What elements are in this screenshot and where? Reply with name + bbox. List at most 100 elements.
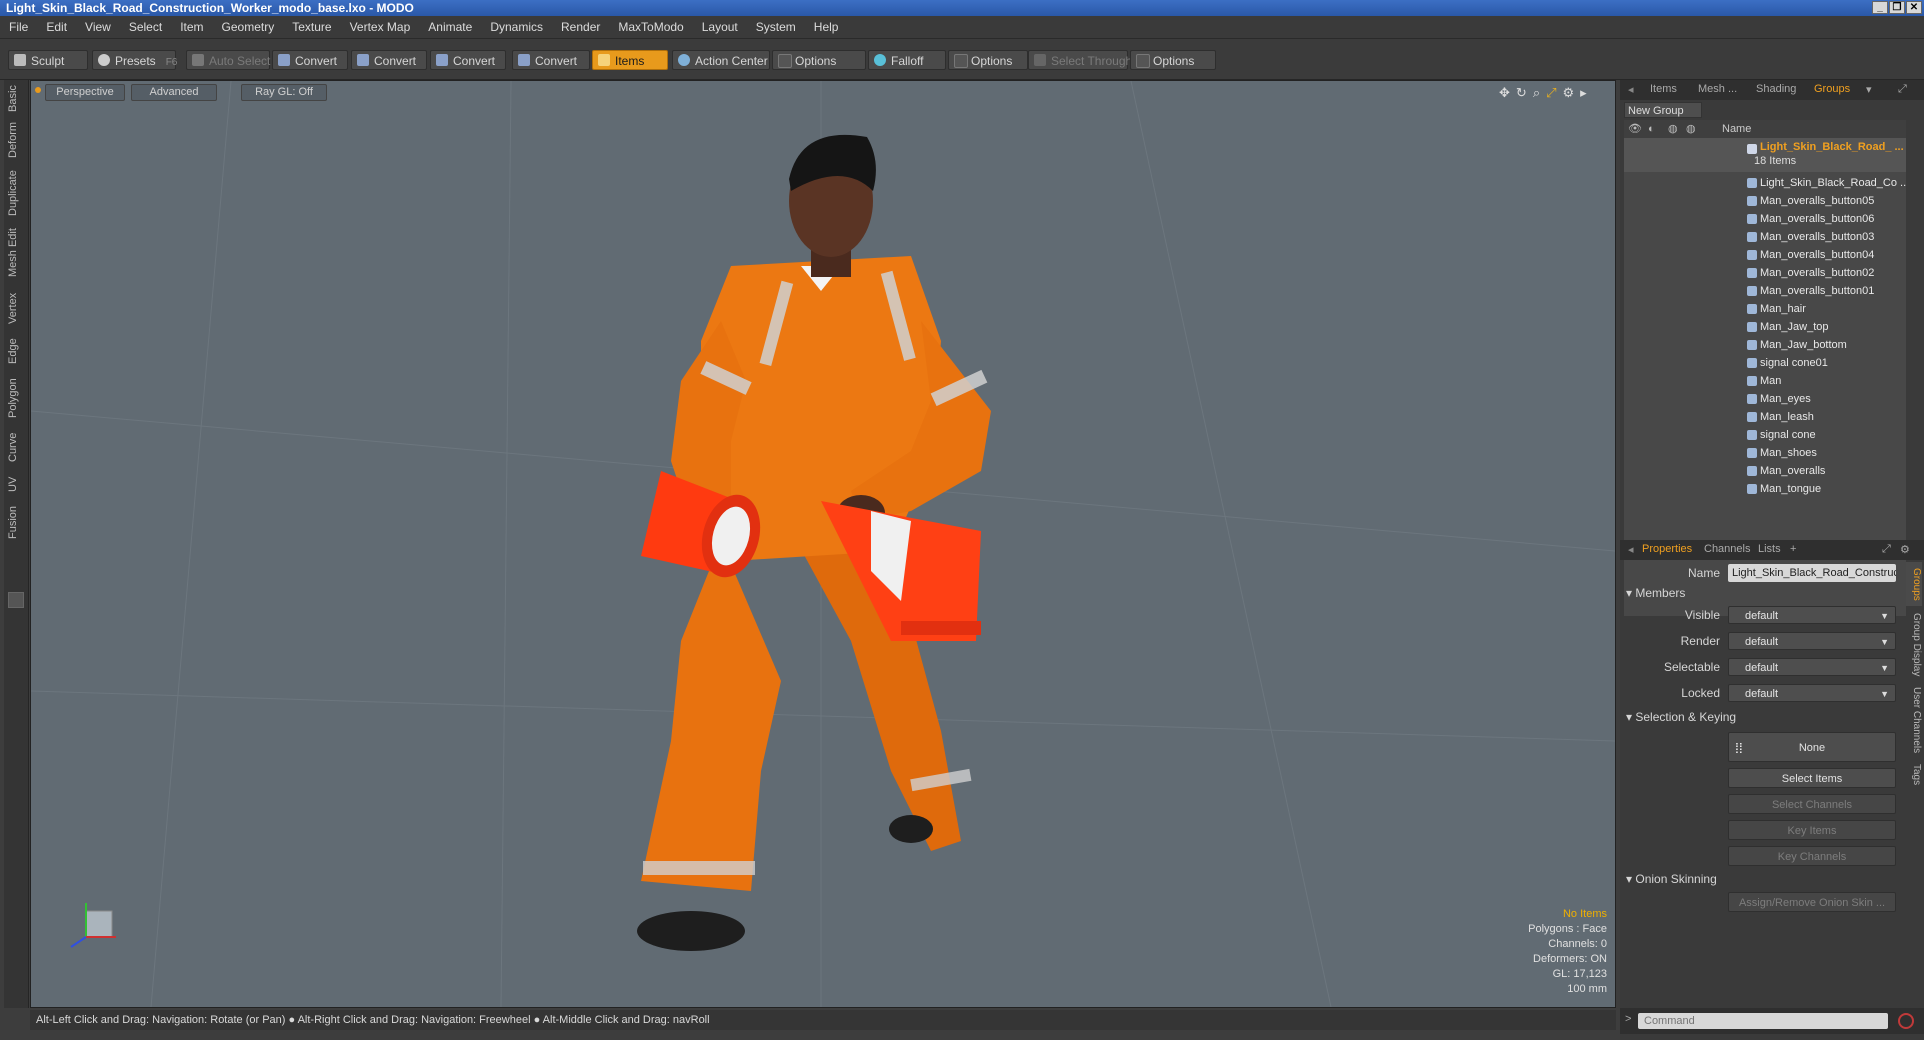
list-item[interactable]: Man_eyes xyxy=(1624,390,1906,408)
list-item[interactable]: Man_leash xyxy=(1624,408,1906,426)
convert-button-3[interactable]: Convert xyxy=(430,50,506,70)
tab-uv[interactable]: UV xyxy=(7,474,25,494)
assign-onion-skin-button[interactable]: Assign/Remove Onion Skin ... xyxy=(1728,892,1896,912)
list-item[interactable]: signal cone xyxy=(1624,426,1906,444)
select-through-button[interactable]: Select Through xyxy=(1028,50,1132,70)
tab-shading[interactable]: Shading xyxy=(1756,83,1796,95)
falloff-options-button[interactable]: Options xyxy=(948,50,1028,70)
maximize-button[interactable]: ❐ xyxy=(1889,1,1905,14)
convert-button-4[interactable]: Convert xyxy=(512,50,590,70)
tab-mesh[interactable]: Mesh ... xyxy=(1698,83,1737,95)
tab-groups[interactable]: Groups xyxy=(1814,83,1850,95)
group-root-row[interactable]: Light_Skin_Black_Road_ ... 18 Items xyxy=(1624,138,1906,172)
auto-select-button[interactable]: Auto Select xyxy=(186,50,270,70)
tab-curve[interactable]: Curve xyxy=(7,430,25,464)
select-items-button[interactable]: Select Items xyxy=(1728,768,1896,788)
action-center-button[interactable]: Action Center xyxy=(672,50,770,70)
convert-button-1[interactable]: Convert xyxy=(272,50,348,70)
menu-maxtomodo[interactable]: MaxToModo xyxy=(609,16,692,38)
tab-fusion[interactable]: Fusion xyxy=(7,504,25,540)
panel-toggle-icon[interactable] xyxy=(8,592,24,608)
selection-set-none-button[interactable]: ⁞⁞ None xyxy=(1728,732,1896,762)
vtab-user-channels[interactable]: User Channels xyxy=(1906,684,1922,756)
close-button[interactable]: ✕ xyxy=(1906,1,1922,14)
selectable-dropdown[interactable]: default ▼ xyxy=(1728,658,1896,676)
list-item[interactable]: Man_Jaw_top xyxy=(1624,318,1906,336)
list-item[interactable]: Man_overalls_button04 xyxy=(1624,246,1906,264)
menu-edit[interactable]: Edit xyxy=(37,16,76,38)
members-section[interactable]: ▾ Members xyxy=(1626,586,1685,600)
menu-item[interactable]: Item xyxy=(171,16,212,38)
menu-vertex-map[interactable]: Vertex Map xyxy=(341,16,420,38)
visible-dropdown[interactable]: default ▼ xyxy=(1728,606,1896,624)
add-tab-button[interactable]: + xyxy=(1790,543,1796,555)
list-item[interactable]: Man_overalls xyxy=(1624,462,1906,480)
tab-items[interactable]: Items xyxy=(1650,83,1677,95)
vtab-tags[interactable]: Tags xyxy=(1906,760,1922,790)
menu-render[interactable]: Render xyxy=(552,16,609,38)
panel-menu-icon[interactable]: ◂ xyxy=(1628,83,1634,96)
select-options-button[interactable]: Options xyxy=(1130,50,1216,70)
locked-dropdown[interactable]: default ▼ xyxy=(1728,684,1896,702)
list-item[interactable]: Man_overalls_button05 xyxy=(1624,192,1906,210)
vtab-groups[interactable]: Groups xyxy=(1906,562,1922,606)
convert-button-2[interactable]: Convert xyxy=(351,50,427,70)
menu-file[interactable]: File xyxy=(0,16,37,38)
tab-duplicate[interactable]: Duplicate xyxy=(7,170,25,216)
tab-basic[interactable]: Basic xyxy=(7,84,25,114)
menu-layout[interactable]: Layout xyxy=(693,16,747,38)
tab-lists[interactable]: Lists xyxy=(1758,543,1781,555)
list-item[interactable]: Man_overalls_button02 xyxy=(1624,264,1906,282)
expand-panel-icon[interactable]: ⤢ xyxy=(1898,83,1907,96)
list-item[interactable]: Man_overalls_button06 xyxy=(1624,210,1906,228)
tab-mesh-edit[interactable]: Mesh Edit xyxy=(7,228,25,278)
panel-menu-icon[interactable]: ◂ xyxy=(1628,543,1634,556)
new-group-button[interactable]: New Group xyxy=(1624,102,1702,118)
list-item[interactable]: Man_Jaw_bottom xyxy=(1624,336,1906,354)
menu-view[interactable]: View xyxy=(76,16,120,38)
list-item[interactable]: Man_overalls_button03 xyxy=(1624,228,1906,246)
menu-geometry[interactable]: Geometry xyxy=(213,16,284,38)
menu-texture[interactable]: Texture xyxy=(283,16,340,38)
tab-vertex[interactable]: Vertex xyxy=(7,290,25,326)
items-mode-button[interactable]: Items xyxy=(592,50,668,70)
menu-dynamics[interactable]: Dynamics xyxy=(481,16,552,38)
list-item[interactable]: Man_overalls_button01 xyxy=(1624,282,1906,300)
action-options-button[interactable]: Options xyxy=(772,50,866,70)
command-input[interactable] xyxy=(1638,1013,1888,1029)
group-name-input[interactable]: Light_Skin_Black_Road_Construc xyxy=(1728,564,1896,582)
tab-edge[interactable]: Edge xyxy=(7,336,25,366)
render-dropdown[interactable]: default ▼ xyxy=(1728,632,1896,650)
panel-settings-icon[interactable]: ⚙ xyxy=(1900,543,1910,556)
tab-dropdown-icon[interactable]: ▾ xyxy=(1866,83,1872,96)
tab-polygon[interactable]: Polygon xyxy=(7,376,25,420)
menu-select[interactable]: Select xyxy=(120,16,171,38)
right-panel: ◂ Items Mesh ... Shading Groups ▾ ⤢ New … xyxy=(1620,80,1924,1040)
presets-button[interactable]: Presets F6 xyxy=(92,50,177,70)
list-item[interactable]: Man_tongue xyxy=(1624,480,1906,498)
menu-help[interactable]: Help xyxy=(805,16,848,38)
key-items-button[interactable]: Key Items xyxy=(1728,820,1896,840)
select-channels-button[interactable]: Select Channels xyxy=(1728,794,1896,814)
key-channels-button[interactable]: Key Channels xyxy=(1728,846,1896,866)
tab-properties[interactable]: Properties xyxy=(1642,543,1692,555)
tab-deform[interactable]: Deform xyxy=(7,122,25,158)
record-macro-icon[interactable] xyxy=(1898,1013,1914,1029)
menu-animate[interactable]: Animate xyxy=(419,16,481,38)
list-item[interactable]: Man_shoes xyxy=(1624,444,1906,462)
list-item[interactable]: Light_Skin_Black_Road_Co ... xyxy=(1624,174,1906,192)
vtab-group-display[interactable]: Group Display xyxy=(1906,610,1922,680)
mesh-icon xyxy=(1747,268,1757,278)
tab-channels[interactable]: Channels xyxy=(1704,543,1750,555)
menu-system[interactable]: System xyxy=(747,16,805,38)
minimize-button[interactable]: _ xyxy=(1872,1,1888,14)
falloff-button[interactable]: Falloff xyxy=(868,50,946,70)
sculpt-button[interactable]: Sculpt xyxy=(8,50,88,70)
3d-viewport[interactable]: Perspective Advanced Ray GL: Off ✥↻⌕⤢⚙▸ xyxy=(30,80,1616,1008)
list-item[interactable]: signal cone01 xyxy=(1624,354,1906,372)
list-item[interactable]: Man_hair xyxy=(1624,300,1906,318)
onion-skinning-section[interactable]: ▾ Onion Skinning xyxy=(1626,872,1717,886)
expand-panel-icon[interactable]: ⤢ xyxy=(1882,543,1891,556)
list-item[interactable]: Man xyxy=(1624,372,1906,390)
selection-keying-section[interactable]: ▾ Selection & Keying xyxy=(1626,710,1736,724)
